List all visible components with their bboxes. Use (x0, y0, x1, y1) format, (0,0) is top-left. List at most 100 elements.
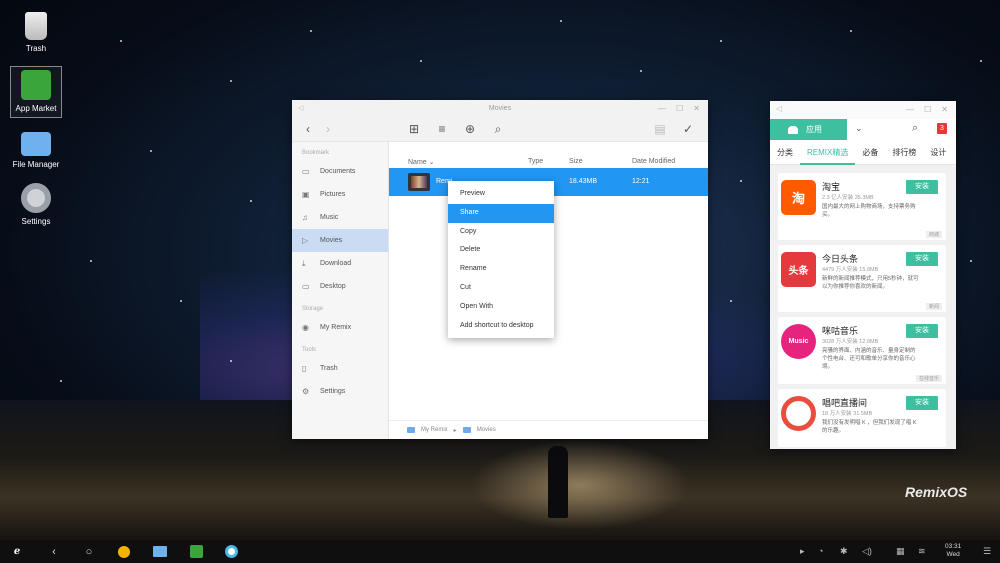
volume-icon[interactable]: ◁) (862, 546, 872, 557)
column-date[interactable]: Date Modified (632, 158, 675, 165)
window-titlebar[interactable]: ◁ Movies — ☐ ✕ (292, 100, 708, 118)
app-market-window: ◁ — ☐ ✕ 应用 ⌄ ⌕ 3 分类 REMIX精选 必备 排行榜 设计 淘 … (770, 101, 956, 449)
column-name[interactable]: Name ⌄ (408, 158, 435, 166)
taskbar-app-market-icon[interactable] (187, 544, 205, 559)
back-icon[interactable]: ‹ (46, 544, 62, 559)
sidebar-item-download[interactable]: ⤓ Download (292, 252, 388, 275)
sidebar-item-documents[interactable]: ▭ Documents (292, 160, 388, 183)
speedometer-icon[interactable]: ◔ (818, 546, 823, 556)
minimize-icon[interactable]: — (906, 105, 914, 114)
column-headers: Name ⌄ Type Size Date Modified (389, 142, 708, 168)
sidebar-item-pictures[interactable]: ▣ Pictures (292, 183, 388, 206)
bluetooth-icon[interactable]: ✱ (840, 546, 848, 557)
breadcrumb-item[interactable]: Movies (477, 427, 496, 433)
taskbar-browser-icon[interactable] (222, 544, 240, 559)
wallpaper-glow (470, 440, 690, 530)
tab-essentials[interactable]: 必备 (855, 140, 885, 165)
wifi-icon[interactable]: ≋ (918, 546, 926, 557)
home-icon[interactable]: ○ (81, 544, 97, 559)
tab-design[interactable]: 设计 (923, 140, 953, 165)
taskbar-file-manager-icon[interactable] (151, 544, 169, 559)
sidebar-item-settings[interactable]: ⚙ Settings (292, 380, 388, 403)
install-button[interactable]: 安装 (906, 324, 938, 338)
menu-item-rename[interactable]: Rename (448, 260, 554, 279)
menu-item-preview[interactable]: Preview (448, 185, 554, 204)
new-folder-icon[interactable]: ⊕ (462, 122, 478, 136)
menu-item-copy[interactable]: Copy (448, 223, 554, 242)
clock[interactable]: 03:31 Wed (945, 543, 961, 559)
menu-item-share[interactable]: Share (448, 203, 554, 223)
file-date: 12:21 (632, 178, 650, 185)
desktop-icon-file-manager[interactable]: File Manager (10, 128, 62, 169)
tab-category[interactable]: 分类 (770, 140, 800, 165)
sidebar-item-my-remix[interactable]: ◉ My Remix (292, 316, 388, 339)
app-market-tabs: 分类 REMIX精选 必备 排行榜 设计 (770, 140, 956, 165)
start-menu-icon[interactable]: ℯ (8, 544, 26, 559)
sidebar-item-trash[interactable]: ▯ Trash (292, 357, 388, 380)
menu-item-delete[interactable]: Delete (448, 241, 554, 260)
install-button[interactable]: 安装 (906, 396, 938, 410)
back-icon[interactable]: ‹ (300, 122, 316, 136)
toutiao-icon: 头条 (781, 252, 816, 287)
breadcrumb-item[interactable]: My Remix (421, 427, 448, 433)
tab-rankings[interactable]: 排行榜 (885, 140, 923, 165)
minimize-icon[interactable]: — (658, 100, 666, 118)
category-label: 应用 (806, 125, 822, 134)
search-icon[interactable]: ⌕ (490, 122, 506, 137)
desktop-icon-trash[interactable]: Trash (10, 12, 62, 53)
forward-icon[interactable]: › (320, 122, 336, 136)
sidebar-item-label: Pictures (320, 191, 346, 198)
documents-icon: ▭ (302, 167, 310, 176)
column-size[interactable]: Size (569, 158, 583, 165)
app-card[interactable]: 头条 今日头条 4479 万人安装 15.8MB 新鲜的新闻推荐模式，只用5秒钟… (778, 245, 946, 312)
chevron-down-icon[interactable]: ⌄ (855, 123, 863, 134)
app-card[interactable]: 唱吧直播间 18 万人安装 31.5MB 我们没有发明唱 K ，但我们发现了唱 … (778, 389, 946, 447)
install-button[interactable]: 安装 (906, 252, 938, 266)
sidebar-item-label: Settings (320, 388, 346, 395)
sidebar-item-movies[interactable]: ▷ Movies (292, 229, 388, 252)
maximize-icon[interactable]: ☐ (924, 105, 931, 114)
grid-view-icon[interactable]: ⊞ (406, 122, 422, 136)
search-icon[interactable]: ⌕ (912, 122, 918, 135)
app-card[interactable]: 淘 淘宝 2.3 亿人安装 35.3MB 国内最大的网上购物商场，支持票务购买。… (778, 173, 946, 240)
sort-icon[interactable]: ≡ (434, 122, 450, 136)
changba-icon (781, 396, 816, 431)
menu-item-open-with[interactable]: Open With (448, 298, 554, 317)
column-type[interactable]: Type (528, 158, 543, 165)
notifications-menu-icon[interactable]: ☰ (983, 546, 991, 557)
notification-badge[interactable]: 3 (937, 123, 947, 134)
tray-expand-icon[interactable]: ▸ (800, 546, 805, 557)
folder-icon (407, 427, 415, 433)
select-all-icon[interactable]: ✓ (680, 122, 696, 136)
sidebar-header-tools: Tools (302, 347, 317, 353)
app-name: 咪咕音乐 (822, 326, 859, 336)
keyboard-icon[interactable]: ▦ (896, 546, 905, 557)
menu-item-cut[interactable]: Cut (448, 279, 554, 298)
file-size: 18.43MB (569, 178, 598, 185)
app-name: 淘宝 (822, 182, 841, 192)
taskbar-app-icon[interactable] (116, 544, 132, 559)
window-titlebar[interactable]: ◁ — ☐ ✕ (770, 101, 956, 119)
app-description: 新鲜的新闻推荐模式，只用5秒钟，就可以为你推荐你喜欢的新闻。 (822, 276, 919, 290)
back-small-icon[interactable]: ◁ (298, 100, 303, 118)
maximize-icon[interactable]: ☐ (676, 100, 683, 118)
app-card[interactable]: Music 咪咕音乐 3028 万人安装 12.8MB 亮骚的界面、内涵的音乐、… (778, 317, 946, 384)
sidebar-item-music[interactable]: ♫ Music (292, 206, 388, 229)
install-button[interactable]: 安装 (906, 180, 938, 194)
menu-item-add-shortcut[interactable]: Add shortcut to desktop (448, 317, 554, 336)
category-selector[interactable]: 应用 (770, 119, 847, 140)
desktop-icon-label: App Market (15, 104, 57, 113)
tab-remix-picks[interactable]: REMIX精选 (800, 140, 856, 165)
clipboard-icon[interactable]: ▤ (652, 122, 668, 136)
context-menu: Preview Share Copy Delete Rename Cut Ope… (448, 181, 554, 338)
desktop-icon-settings[interactable]: Settings (10, 183, 62, 226)
back-small-icon[interactable]: ◁ (776, 104, 782, 113)
sidebar-item-desktop[interactable]: ▭ Desktop (292, 275, 388, 298)
app-meta: 2.3 亿人安装 35.3MB (822, 195, 874, 201)
app-name: 今日头条 (822, 254, 859, 264)
desktop-icon-label: Trash (25, 44, 47, 53)
close-icon[interactable]: ✕ (693, 100, 700, 118)
sidebar: Bookmark ▭ Documents ▣ Pictures ♫ Music ▷ Mo… (292, 142, 389, 439)
close-icon[interactable]: ✕ (941, 105, 948, 114)
desktop-icon-app-market[interactable]: App Market (10, 66, 62, 118)
